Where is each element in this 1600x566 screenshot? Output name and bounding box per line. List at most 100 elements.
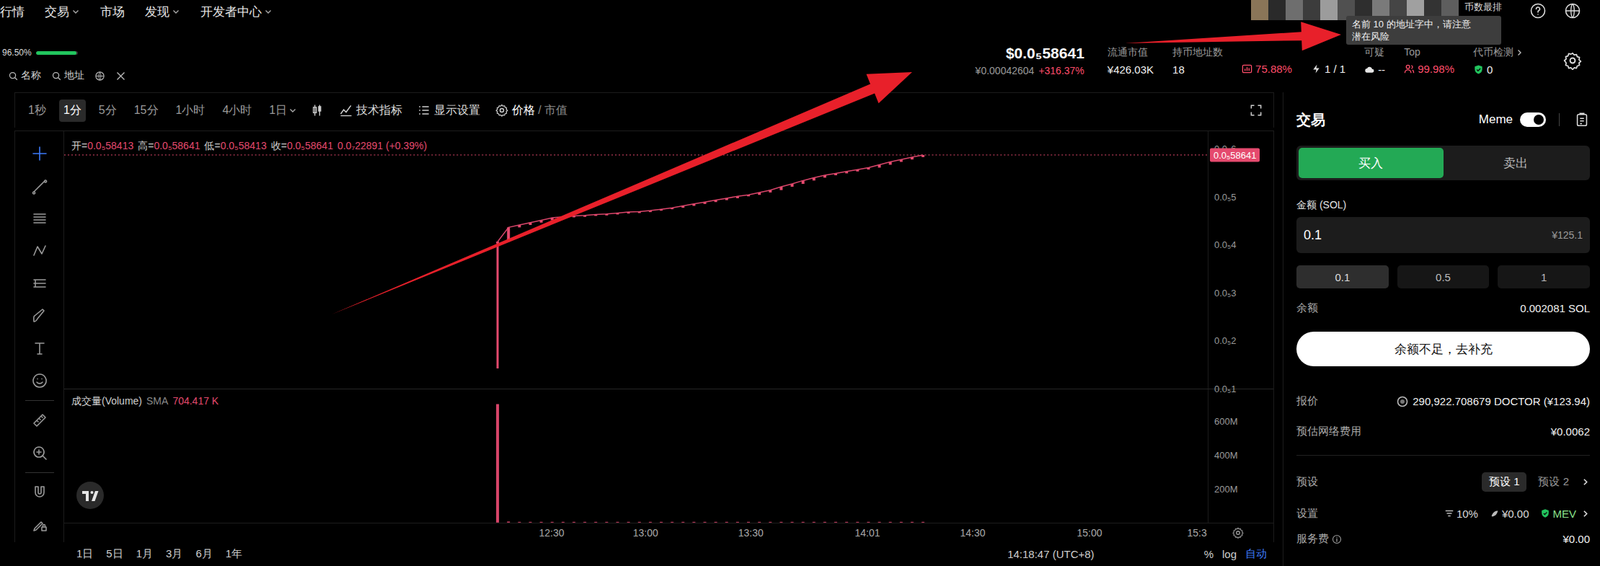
candle	[648, 210, 652, 212]
range-button[interactable]: 6月	[195, 547, 212, 561]
help-icon[interactable]	[1529, 2, 1547, 20]
volume-plot[interactable]: 成交量(Volume)SMA704.417 K	[64, 389, 1208, 523]
setting-item: MEV	[1540, 507, 1577, 520]
info-icon[interactable]	[1331, 534, 1342, 545]
range-button[interactable]: 1月	[136, 547, 153, 561]
tradingview-logo-icon[interactable]	[75, 480, 105, 510]
text-tool-icon[interactable]	[31, 339, 49, 357]
price-plot[interactable]: 开=0.0₅58413高=0.0₅58641低=0.0₅58413收=0.0₅5…	[64, 131, 1208, 389]
amount-preset[interactable]: 1	[1497, 265, 1590, 289]
preset-tab[interactable]: 预设 2	[1530, 472, 1577, 492]
meme-label: Meme	[1478, 112, 1513, 127]
mode-option[interactable]: 价格	[511, 103, 536, 119]
interval-button[interactable]: 1日	[264, 99, 302, 122]
trend-line-icon[interactable]	[31, 177, 49, 195]
magnet-icon[interactable]	[31, 483, 49, 502]
mode-option[interactable]: 市值	[544, 103, 568, 119]
indicators-button[interactable]: 技术指标	[338, 103, 403, 119]
preset-tabs: 预设 1预设 2	[1481, 472, 1590, 492]
volume-tick: 600M	[1214, 416, 1239, 427]
crosshair-icon[interactable]	[31, 144, 49, 163]
volume-legend: 成交量(Volume)SMA704.417 K	[71, 395, 219, 409]
orders-icon[interactable]	[1574, 111, 1590, 128]
candle	[604, 214, 608, 216]
scale-option[interactable]: %	[1204, 547, 1214, 561]
range-button[interactable]: 1日	[76, 547, 94, 561]
axis-settings-icon[interactable]	[1231, 526, 1245, 540]
interval-button[interactable]: 1秒	[23, 99, 51, 122]
volume-bar	[703, 521, 707, 523]
price-axis[interactable]: 0.0₅60.0₅50.0₅40.0₅30.0₅20.0₅10.0₅58641	[1207, 131, 1274, 389]
amount-input[interactable]: 0.1¥125.1	[1296, 217, 1590, 254]
range-button[interactable]: 3月	[165, 547, 183, 561]
zoom-icon[interactable]	[31, 444, 49, 462]
pencil-lock-icon[interactable]	[31, 516, 49, 534]
nav-item[interactable]: 发现	[144, 3, 181, 21]
priority-fee-icon	[1489, 508, 1500, 519]
top-up-button[interactable]: 余额不足，去补充	[1296, 331, 1590, 367]
fullscreen-icon[interactable]	[1248, 103, 1264, 118]
ruler-icon[interactable]	[31, 411, 49, 430]
tooltip-line: 名前 10 的地址字中，请注意	[1351, 18, 1496, 31]
pattern-icon[interactable]	[31, 242, 49, 260]
scale-option[interactable]: log	[1222, 547, 1237, 561]
candle	[517, 224, 521, 228]
meme-toggle[interactable]	[1519, 112, 1546, 127]
nav-item[interactable]: 市场	[100, 3, 125, 21]
parallel-lines-icon[interactable]	[31, 209, 49, 228]
preset-tab[interactable]: 预设 1	[1481, 472, 1528, 492]
amount-preset[interactable]: 0.1	[1296, 265, 1389, 289]
search-button[interactable]: 名称	[7, 69, 42, 83]
side-tab[interactable]: 卖出	[1443, 147, 1589, 179]
workspace: 1秒 1分 5分 15分 1小时 4小时 1日 技术指标 显示设置价格/市值开=…	[0, 92, 1600, 566]
volume-bar	[659, 521, 663, 523]
globe-icon[interactable]	[1563, 2, 1582, 20]
candle-type-icon[interactable]	[310, 103, 325, 118]
volume-bar	[747, 521, 750, 523]
time-axis[interactable]: 12:3013:0013:3014:0114:3015:0015:3	[64, 522, 1274, 543]
stat-label: 代币检测	[1473, 46, 1524, 60]
fibonacci-icon[interactable]	[31, 274, 49, 293]
chevron-right-icon	[1580, 509, 1590, 519]
candle	[496, 241, 499, 243]
nav-item[interactable]: 行情	[0, 3, 25, 21]
people-icon	[1403, 63, 1415, 75]
display-settings-button[interactable]: 显示设置	[416, 103, 481, 119]
smiley-icon[interactable]	[31, 372, 49, 390]
interval-button[interactable]: 15分	[129, 99, 163, 122]
range-button[interactable]: 5日	[105, 547, 123, 561]
interval-button[interactable]: 1小时	[171, 99, 210, 122]
volume-axis[interactable]: 600M400M200M	[1207, 389, 1274, 523]
settings-gear-icon[interactable]	[1563, 51, 1582, 70]
candle	[572, 215, 576, 218]
volume-tick: 400M	[1214, 449, 1239, 461]
range-button[interactable]: 1年	[225, 547, 243, 561]
interval-button[interactable]: 4小时	[217, 99, 256, 122]
chevron-right-icon[interactable]	[1514, 48, 1524, 57]
settings-values[interactable]: 10%¥0.00MEV	[1437, 507, 1590, 520]
service-fee-value: ¥0.00	[1562, 532, 1590, 546]
price-mcap-switch[interactable]: 价格/市值	[494, 103, 567, 119]
interval-button[interactable]: 5分	[94, 99, 122, 122]
website-icon[interactable]	[94, 70, 106, 82]
amount-preset[interactable]: 0.5	[1397, 265, 1490, 289]
volume-bar	[768, 521, 772, 523]
search-button[interactable]: 地址	[51, 69, 85, 83]
candle	[550, 217, 554, 220]
nav-item[interactable]: 交易	[44, 3, 81, 21]
arrow-to-price-icon	[331, 72, 913, 315]
volume-bar	[736, 521, 740, 523]
chevron-right-icon[interactable]	[1580, 477, 1590, 487]
scale-option[interactable]: 自动	[1245, 547, 1267, 561]
side-tab[interactable]: 买入	[1298, 147, 1444, 179]
interval-button[interactable]: 1分	[59, 99, 86, 122]
brush-icon[interactable]	[31, 307, 49, 325]
footer-options: 14:18:47 (UTC+8)%log自动	[1007, 547, 1267, 561]
x-logo-icon[interactable]	[115, 70, 127, 82]
candle	[747, 194, 750, 197]
stat-value: 0	[1473, 63, 1524, 76]
candle	[845, 171, 848, 174]
arrow-to-tooltip-icon	[1124, 21, 1342, 51]
nav-item[interactable]: 开发者中心	[200, 3, 273, 21]
network-fee-row: 预估网络费用¥0.0062	[1296, 424, 1590, 439]
